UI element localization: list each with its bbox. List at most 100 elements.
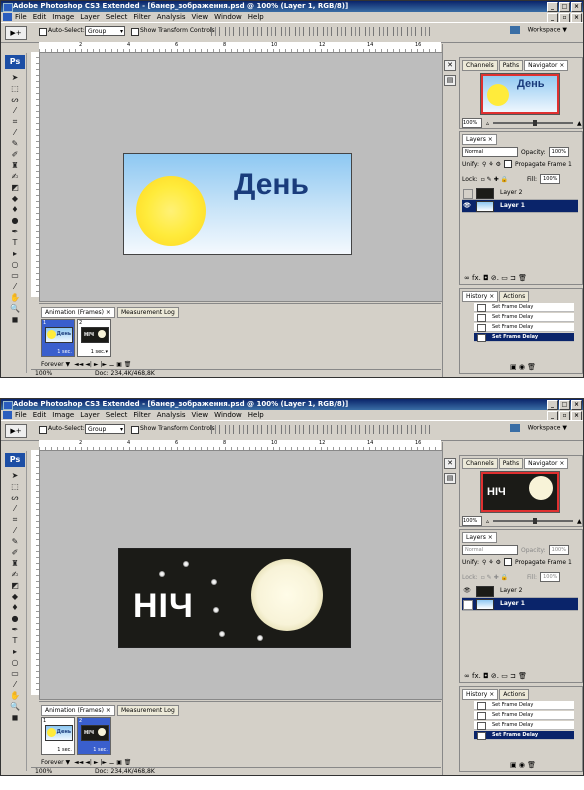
history-buttons[interactable]: ▣ ◉ 🗑 xyxy=(510,761,536,769)
type-tool-icon[interactable]: T xyxy=(8,238,22,247)
animation-frame-1[interactable]: 1 День 1 sec. xyxy=(41,717,75,755)
menu-window[interactable]: Window xyxy=(214,13,242,21)
auto-select-dropdown[interactable]: Group xyxy=(85,26,125,37)
maximize-button[interactable]: □ xyxy=(559,2,570,12)
move-tool-icon[interactable]: ➤ xyxy=(8,73,22,82)
eye-icon[interactable]: 👁 xyxy=(463,202,471,210)
zoom-tool-icon[interactable]: 🔍 xyxy=(8,304,22,313)
auto-select-checkbox[interactable] xyxy=(39,426,47,434)
notes-tool-icon[interactable]: ▭ xyxy=(8,669,22,678)
history-brush-icon[interactable]: ✍ xyxy=(8,570,22,579)
gradient-tool-icon[interactable]: ◆ xyxy=(8,194,22,203)
zoom-level[interactable]: 100% xyxy=(35,370,52,377)
auto-select-checkbox[interactable] xyxy=(39,28,47,36)
history-item[interactable]: Set Frame Delay xyxy=(474,313,574,322)
stamp-tool-icon[interactable]: ♜ xyxy=(8,559,22,568)
unify-icons[interactable]: ⚲ ⚘ ⚙ xyxy=(482,161,501,168)
show-transform-checkbox[interactable] xyxy=(131,28,139,36)
zoom-in-icon[interactable]: ▲ xyxy=(577,518,582,525)
move-tool-icon[interactable]: ➤ xyxy=(8,471,22,480)
animation-frame-2[interactable]: 2 НІЧ 1 sec.▾ xyxy=(77,319,111,357)
menu-image[interactable]: Image xyxy=(52,13,74,21)
menu-select[interactable]: Select xyxy=(106,411,128,419)
visibility-toggle[interactable] xyxy=(463,600,473,610)
auto-select-dropdown[interactable]: Group xyxy=(85,424,125,435)
tab-navigator[interactable]: Navigator × xyxy=(524,458,569,469)
menu-analysis[interactable]: Analysis xyxy=(157,13,186,21)
pen-tool-icon[interactable]: ✒ xyxy=(8,227,22,236)
view-box[interactable] xyxy=(481,74,559,114)
workspace-button[interactable]: Workspace ▼ xyxy=(509,26,567,34)
night-banner-image[interactable]: НІЧ xyxy=(118,548,351,648)
menu-window[interactable]: Window xyxy=(214,411,242,419)
tab-channels[interactable]: Channels xyxy=(462,60,498,71)
menu-file[interactable]: File xyxy=(15,13,27,21)
layer-buttons[interactable]: ∞ fx. ◘ ⊘. ▭ ⊐ 🗑 xyxy=(464,274,527,282)
hand-tool-icon[interactable]: ✋ xyxy=(8,293,22,302)
tab-paths[interactable]: Paths xyxy=(498,458,524,469)
menu-edit[interactable]: Edit xyxy=(33,411,47,419)
menu-analysis[interactable]: Analysis xyxy=(157,411,186,419)
animation-controls[interactable]: Forever ▼ ◄◄ ◄| ► |► ⚊ ▣ 🗑 xyxy=(41,759,131,766)
history-buttons[interactable]: ▣ ◉ 🗑 xyxy=(510,363,536,371)
tab-actions[interactable]: Actions xyxy=(499,689,530,700)
tab-channels[interactable]: Channels xyxy=(462,458,498,469)
crop-tool-icon[interactable]: ⌗ xyxy=(8,515,22,524)
menu-help[interactable]: Help xyxy=(248,411,264,419)
layer-row-1[interactable]: 👁 Layer 1 xyxy=(462,200,578,213)
navigator-preview[interactable]: День xyxy=(480,73,560,115)
opacity-field[interactable]: 100% xyxy=(548,545,569,555)
tab-history[interactable]: History × xyxy=(462,291,499,302)
menu-view[interactable]: View xyxy=(192,13,209,21)
tab-navigator[interactable]: Navigator × xyxy=(524,60,569,71)
path-select-icon[interactable]: ▸ xyxy=(8,647,22,656)
loop-select[interactable]: Forever ▼ xyxy=(41,759,70,766)
tab-layers[interactable]: Layers × xyxy=(462,532,497,543)
view-box[interactable] xyxy=(481,472,559,512)
history-brush-icon[interactable]: ✍ xyxy=(8,172,22,181)
color-swatches-icon[interactable]: ◼ xyxy=(8,713,22,722)
tab-measurement-log[interactable]: Measurement Log xyxy=(116,307,179,318)
history-item[interactable]: Set Frame Delay xyxy=(474,711,574,720)
marquee-tool-icon[interactable]: ⬚ xyxy=(8,482,22,491)
move-tool-preset[interactable]: ▶+ xyxy=(5,26,27,40)
fill-field[interactable]: 100% xyxy=(540,572,561,582)
propagate-checkbox[interactable] xyxy=(503,160,512,168)
frame-delay[interactable]: 1 sec. xyxy=(57,747,72,753)
tab-measurement-log[interactable]: Measurement Log xyxy=(116,705,179,716)
workspace-button[interactable]: Workspace ▼ xyxy=(509,424,567,432)
lock-icons[interactable]: ▫ ✎ ✚ 🔒 xyxy=(481,574,508,581)
animation-controls[interactable]: Forever ▼ ◄◄ ◄| ► |► ⚊ ▣ 🗑 xyxy=(41,361,131,368)
move-tool-preset[interactable]: ▶+ xyxy=(5,424,27,438)
playback-buttons[interactable]: ◄◄ ◄| ► |► ⚊ ▣ 🗑 xyxy=(74,759,131,766)
layer-row-2[interactable]: 👁 Layer 2 xyxy=(462,585,578,598)
lock-icons[interactable]: ▫ ✎ ✚ 🔒 xyxy=(481,176,508,183)
tab-layers[interactable]: Layers × xyxy=(462,134,497,145)
eyedropper-icon[interactable]: ⁄ xyxy=(8,282,22,291)
eyedropper-icon[interactable]: ⁄ xyxy=(8,680,22,689)
navigator-zoom-field[interactable]: 100% xyxy=(462,118,482,128)
blur-tool-icon[interactable]: ♦ xyxy=(8,205,22,214)
minimize-button[interactable]: _ xyxy=(547,2,558,12)
visibility-toggle[interactable] xyxy=(463,189,473,199)
align-buttons[interactable] xyxy=(211,425,430,434)
menu-view[interactable]: View xyxy=(192,411,209,419)
menu-layer[interactable]: Layer xyxy=(80,13,100,21)
menu-select[interactable]: Select xyxy=(106,13,128,21)
hand-tool-icon[interactable]: ✋ xyxy=(8,691,22,700)
history-item[interactable]: Set Frame Delay xyxy=(474,323,574,332)
layer-buttons[interactable]: ∞ fx. ◘ ⊘. ▭ ⊐ 🗑 xyxy=(464,672,527,680)
path-select-icon[interactable]: ▸ xyxy=(8,249,22,258)
shape-tool-icon[interactable]: ○ xyxy=(8,658,22,667)
history-item-current[interactable]: Set Frame Delay xyxy=(474,731,574,740)
tab-history[interactable]: History × xyxy=(462,689,499,700)
layer-row-1[interactable]: Layer 1 xyxy=(462,598,578,611)
menu-filter[interactable]: Filter xyxy=(133,13,150,21)
menu-image[interactable]: Image xyxy=(52,411,74,419)
navigator-preview[interactable]: НІЧ xyxy=(480,471,560,513)
zoom-level[interactable]: 100% xyxy=(35,768,52,775)
layer-comps-icon[interactable]: ▤ xyxy=(444,75,456,86)
maximize-button[interactable]: □ xyxy=(559,400,570,410)
healing-tool-icon[interactable]: ✎ xyxy=(8,139,22,148)
brush-tool-icon[interactable]: ✐ xyxy=(8,150,22,159)
